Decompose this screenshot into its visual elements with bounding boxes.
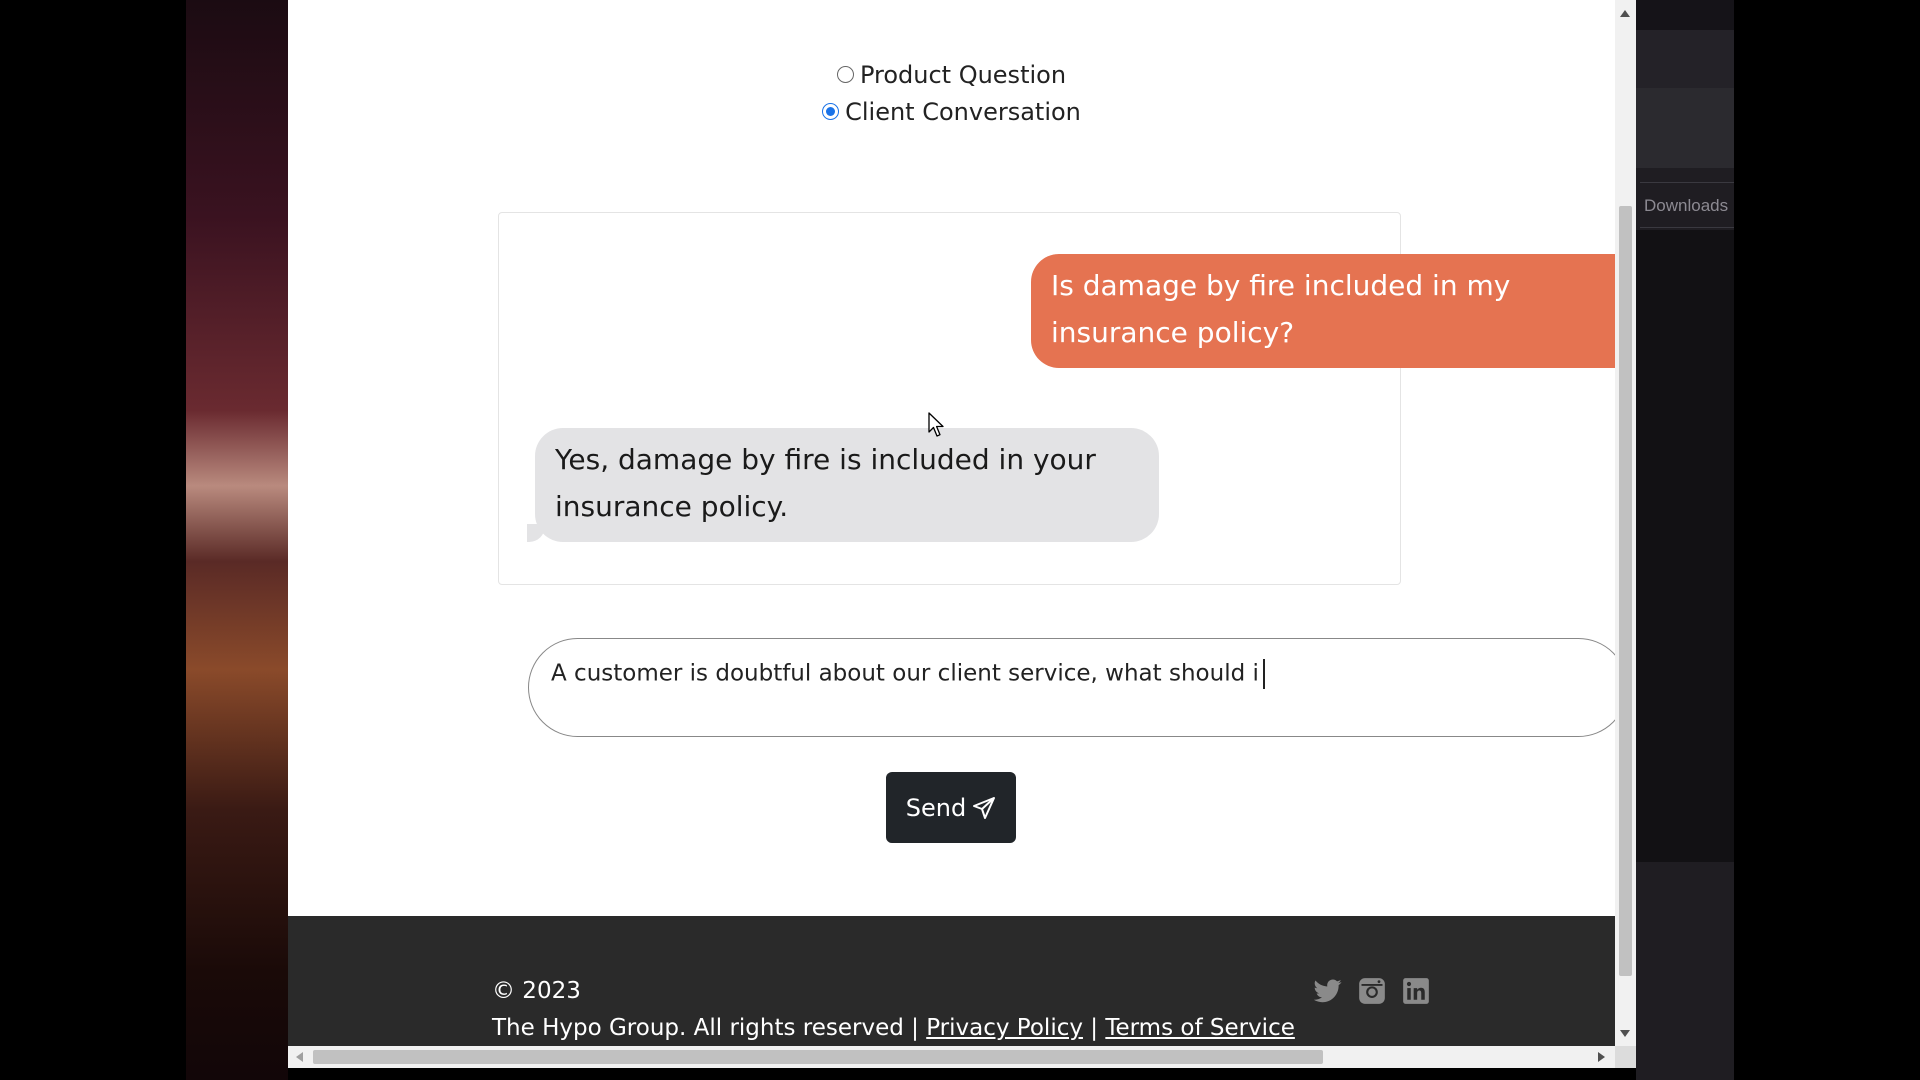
send-button[interactable]: Send <box>886 772 1016 843</box>
scroll-right-arrow-icon[interactable] <box>1598 1052 1605 1062</box>
twitter-icon[interactable] <box>1313 976 1343 1006</box>
scroll-down-arrow-icon[interactable] <box>1620 1030 1630 1037</box>
radio-button-client-conversation[interactable] <box>822 103 840 120</box>
message-input-value[interactable]: A customer is doubtful about our client … <box>551 661 1259 687</box>
user-message-bubble: Is damage by fire included in my insuran… <box>1031 254 1636 368</box>
radio-option-client-conversation[interactable]: Client Conversation <box>288 93 1615 130</box>
horizontal-scroll-thumb[interactable] <box>313 1050 1323 1064</box>
scroll-left-arrow-icon[interactable] <box>296 1052 303 1062</box>
send-button-label: Send <box>905 793 967 822</box>
radio-option-product-question[interactable]: Product Question <box>288 56 1615 93</box>
terms-of-service-link[interactable]: Terms of Service <box>1105 1015 1295 1041</box>
copyright-text: © 2023 <box>492 978 581 1004</box>
mouse-cursor-icon <box>928 412 944 437</box>
assistant-message-bubble: Yes, damage by fire is included in your … <box>527 428 1159 542</box>
vertical-scroll-thumb[interactable] <box>1619 206 1632 976</box>
scroll-up-arrow-icon[interactable] <box>1620 10 1630 17</box>
downloads-label[interactable]: Downloads <box>1640 182 1734 228</box>
browser-viewport: Product Question Client Conversation Is … <box>288 0 1636 1068</box>
wallpaper <box>186 0 288 1080</box>
text-caret <box>1262 659 1265 689</box>
background-app-window: Downloads <box>1636 0 1734 1080</box>
radio-button-product-question[interactable] <box>836 66 854 83</box>
footer-separator: | <box>1090 1015 1099 1041</box>
chat-history: Is damage by fire included in my insuran… <box>498 212 1636 585</box>
footer-legal-line: The Hypo Group. All rights reserved | Pr… <box>492 1015 1295 1041</box>
message-input[interactable]: A customer is doubtful about our client … <box>528 638 1628 737</box>
linkedin-icon[interactable] <box>1401 976 1431 1006</box>
vertical-scrollbar[interactable] <box>1615 0 1636 1046</box>
radio-label-product-question[interactable]: Product Question <box>860 61 1066 89</box>
horizontal-scrollbar[interactable] <box>288 1046 1636 1068</box>
rights-text: The Hypo Group. All rights reserved | <box>492 1015 919 1041</box>
paper-plane-icon <box>973 796 996 819</box>
privacy-policy-link[interactable]: Privacy Policy <box>926 1015 1083 1041</box>
conversation-mode-radio-group: Product Question Client Conversation <box>288 56 1615 130</box>
radio-label-client-conversation[interactable]: Client Conversation <box>845 98 1081 126</box>
social-links <box>1313 976 1431 1006</box>
scrollbar-corner <box>1615 1046 1636 1068</box>
instagram-icon[interactable] <box>1357 976 1387 1006</box>
